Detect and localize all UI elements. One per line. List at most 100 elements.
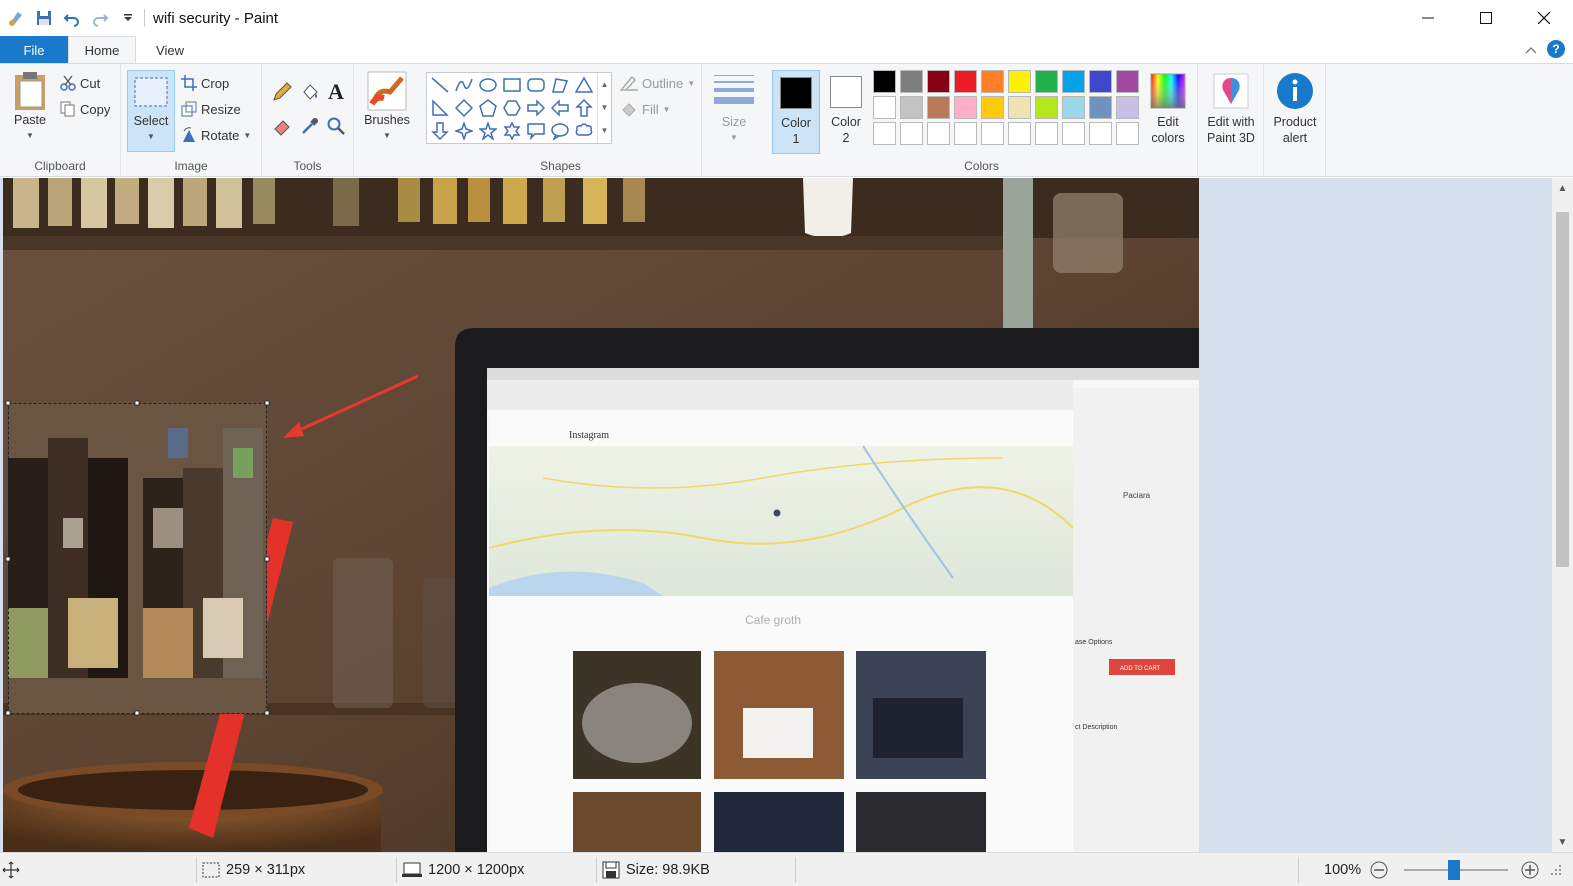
palette-swatch[interactable]: [1035, 70, 1058, 93]
zoom-in-button[interactable]: [1520, 853, 1540, 886]
palette-swatch[interactable]: [1008, 70, 1031, 93]
palette-swatch[interactable]: [1089, 122, 1112, 145]
tab-home[interactable]: Home: [68, 36, 136, 64]
palette-swatch[interactable]: [927, 122, 950, 145]
palette-swatch[interactable]: [1008, 122, 1031, 145]
maximize-button[interactable]: [1457, 0, 1515, 36]
tab-view[interactable]: View: [136, 36, 204, 64]
help-icon[interactable]: ?: [1547, 40, 1565, 58]
palette-swatch[interactable]: [981, 70, 1004, 93]
rotate-button[interactable]: Rotate ▼: [181, 124, 251, 146]
palette-swatch[interactable]: [981, 122, 1004, 145]
shapes-scroll-down-icon[interactable]: ▼: [598, 96, 611, 119]
line-shape-icon[interactable]: [429, 74, 451, 96]
rounded-rectangle-shape-icon[interactable]: [525, 74, 547, 96]
oval-shape-icon[interactable]: [477, 74, 499, 96]
down-arrow-shape-icon[interactable]: [429, 120, 451, 142]
drawing-canvas[interactable]: Instagram Cafe groth Paciara ase Options…: [3, 178, 1199, 852]
tools-group-label: Tools: [293, 159, 322, 173]
shapes-more-icon[interactable]: ▼: [598, 119, 611, 142]
edit-colors-button[interactable]: Edit colors: [1146, 72, 1190, 146]
oval-callout-shape-icon[interactable]: [549, 120, 571, 142]
zoom-slider-thumb[interactable]: [1448, 860, 1460, 880]
palette-swatch[interactable]: [927, 70, 950, 93]
palette-swatch[interactable]: [900, 122, 923, 145]
resize-button[interactable]: Resize: [181, 98, 241, 120]
palette-swatch[interactable]: [954, 96, 977, 119]
palette-swatch[interactable]: [900, 70, 923, 93]
close-button[interactable]: [1515, 0, 1573, 36]
customize-quick-access-icon[interactable]: [118, 8, 138, 28]
edit-with-paint3d-button[interactable]: Edit with Paint 3D: [1202, 72, 1260, 146]
right-arrow-shape-icon[interactable]: [525, 97, 547, 119]
pencil-icon[interactable]: [270, 80, 294, 104]
up-arrow-shape-icon[interactable]: [573, 97, 595, 119]
four-point-star-shape-icon[interactable]: [453, 120, 475, 142]
palette-swatch[interactable]: [873, 70, 896, 93]
palette-swatch[interactable]: [1062, 70, 1085, 93]
hexagon-shape-icon[interactable]: [501, 97, 523, 119]
eraser-icon[interactable]: [270, 114, 294, 138]
size-button[interactable]: Size ▼: [712, 72, 756, 146]
six-point-star-shape-icon[interactable]: [501, 120, 523, 142]
redo-icon[interactable]: [90, 8, 110, 28]
shapes-scroll-up-icon[interactable]: ▲: [598, 73, 611, 96]
crop-button[interactable]: Crop: [181, 72, 229, 94]
palette-swatch[interactable]: [981, 96, 1004, 119]
cut-button[interactable]: Cut: [60, 72, 100, 94]
copy-button[interactable]: Copy: [60, 98, 110, 120]
zoom-out-button[interactable]: [1369, 853, 1389, 886]
scroll-down-icon[interactable]: ▼: [1552, 832, 1573, 852]
palette-swatch[interactable]: [900, 96, 923, 119]
minimize-button[interactable]: [1399, 0, 1457, 36]
five-point-star-shape-icon[interactable]: [477, 120, 499, 142]
brushes-button[interactable]: Brushes ▼: [362, 70, 412, 144]
save-icon[interactable]: [34, 8, 54, 28]
color1-button[interactable]: Color 1: [772, 70, 820, 154]
palette-swatch[interactable]: [1116, 96, 1139, 119]
text-icon[interactable]: A: [324, 79, 348, 104]
palette-swatch[interactable]: [954, 70, 977, 93]
left-arrow-shape-icon[interactable]: [549, 97, 571, 119]
cloud-callout-shape-icon[interactable]: [573, 120, 595, 142]
palette-swatch[interactable]: [1089, 70, 1112, 93]
palette-swatch[interactable]: [954, 122, 977, 145]
fill-bucket-icon[interactable]: [298, 80, 322, 104]
tab-file[interactable]: File: [0, 36, 68, 64]
palette-swatch[interactable]: [927, 96, 950, 119]
palette-swatch[interactable]: [1062, 96, 1085, 119]
scrollbar-thumb[interactable]: [1556, 212, 1569, 567]
pentagon-shape-icon[interactable]: [477, 97, 499, 119]
diamond-shape-icon[interactable]: [453, 97, 475, 119]
polygon-shape-icon[interactable]: [549, 74, 571, 96]
undo-icon[interactable]: [62, 8, 82, 28]
outline-button[interactable]: Outline ▼: [620, 72, 695, 94]
rect-callout-shape-icon[interactable]: [525, 120, 547, 142]
palette-swatch[interactable]: [873, 96, 896, 119]
paste-button[interactable]: Paste ▼: [8, 70, 52, 144]
fill-button[interactable]: Fill ▼: [620, 98, 671, 120]
select-button[interactable]: Select ▼: [127, 70, 175, 152]
rectangle-shape-icon[interactable]: [501, 74, 523, 96]
magnifier-icon[interactable]: [324, 114, 348, 138]
palette-swatch[interactable]: [1062, 122, 1085, 145]
palette-swatch[interactable]: [1089, 96, 1112, 119]
palette-swatch[interactable]: [873, 122, 896, 145]
color2-button[interactable]: Color 2: [822, 70, 870, 154]
palette-swatch[interactable]: [1035, 96, 1058, 119]
resize-grip-icon[interactable]: [1550, 853, 1562, 886]
color-picker-icon[interactable]: [298, 114, 322, 138]
scroll-up-icon[interactable]: ▲: [1552, 178, 1573, 198]
triangle-shape-icon[interactable]: [573, 74, 595, 96]
right-triangle-shape-icon[interactable]: [429, 97, 451, 119]
vertical-scrollbar[interactable]: ▲ ▼: [1552, 178, 1573, 852]
paint-app-icon: [6, 8, 26, 28]
product-alert-button[interactable]: Product alert: [1268, 72, 1322, 146]
palette-swatch[interactable]: [1116, 122, 1139, 145]
curve-shape-icon[interactable]: [453, 74, 475, 96]
palette-swatch[interactable]: [1116, 70, 1139, 93]
collapse-ribbon-icon[interactable]: [1525, 42, 1537, 57]
palette-swatch[interactable]: [1008, 96, 1031, 119]
shapes-scroll[interactable]: ▲ ▼ ▼: [597, 73, 611, 143]
palette-swatch[interactable]: [1035, 122, 1058, 145]
